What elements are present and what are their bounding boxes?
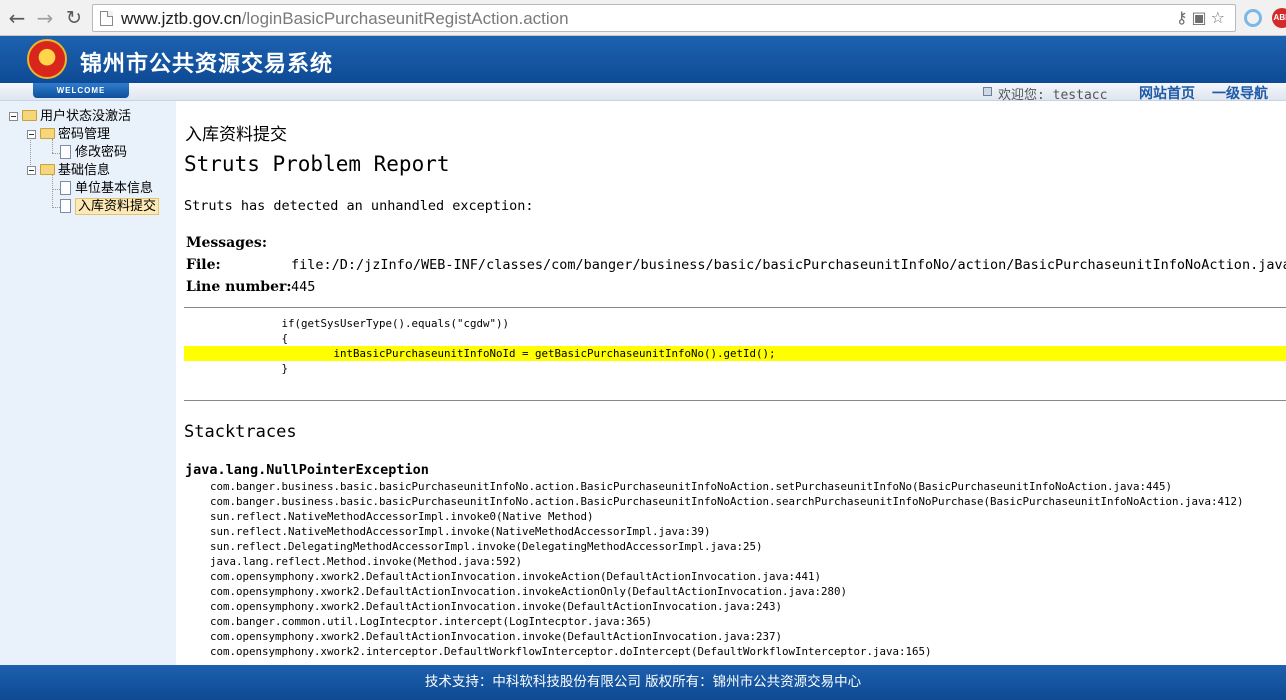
tree-group-basic-info[interactable]: 基础信息 xyxy=(27,162,110,180)
national-emblem-icon xyxy=(27,39,67,79)
line-number-row: Line number:445 xyxy=(186,279,316,295)
stack-frame: com.banger.common.util.LogIntecptor.inte… xyxy=(210,615,653,628)
extension-circle-icon[interactable] xyxy=(1244,9,1262,27)
stack-frame: sun.reflect.NativeMethodAccessorImpl.inv… xyxy=(210,510,594,523)
adblock-icon[interactable]: ABP xyxy=(1272,8,1286,28)
report-title: Struts Problem Report xyxy=(184,152,450,176)
document-icon xyxy=(60,198,71,213)
stack-frame: com.opensymphony.xwork2.DefaultActionInv… xyxy=(210,630,783,643)
key-icon[interactable]: ⚷ xyxy=(1176,8,1192,27)
collapse-icon[interactable] xyxy=(27,166,36,175)
tree-item-change-password[interactable]: 修改密码 xyxy=(60,144,127,162)
stack-frame: com.opensymphony.xwork2.interceptor.Defa… xyxy=(210,645,932,658)
site-header: 锦州市公共资源交易系统 xyxy=(0,36,1286,83)
site-title: 锦州市公共资源交易系统 xyxy=(80,52,334,77)
main-content: 入库资料提交 Struts Problem Report Struts has … xyxy=(176,101,1286,665)
tree-item-submit-materials[interactable]: 入库资料提交 xyxy=(60,198,160,216)
document-icon xyxy=(60,180,71,195)
bookmark-star-icon[interactable]: ☆ xyxy=(1211,8,1229,27)
back-arrow-icon[interactable]: ← xyxy=(6,7,28,29)
divider xyxy=(184,400,1286,401)
code-line: } xyxy=(184,362,289,375)
stacktrace-list: com.banger.business.basic.basicPurchaseu… xyxy=(210,479,1244,659)
folder-icon xyxy=(22,110,37,121)
site-home-link[interactable]: 网站首页 xyxy=(1139,83,1195,103)
url-text[interactable]: www.jztb.gov.cn/loginBasicPurchaseunitRe… xyxy=(121,9,569,29)
exception-name: java.lang.NullPointerException xyxy=(185,462,429,478)
stack-frame: com.banger.business.basic.basicPurchaseu… xyxy=(210,495,1244,508)
page-title: 入库资料提交 xyxy=(185,125,287,145)
page-icon xyxy=(100,11,113,26)
stacktraces-title: Stacktraces xyxy=(184,422,297,442)
welcome-bar: WELCOME 欢迎您: testacc 网站首页 一级导航 xyxy=(0,83,1286,103)
tree-group-password[interactable]: 密码管理 xyxy=(27,126,110,144)
stack-frame: com.opensymphony.xwork2.DefaultActionInv… xyxy=(210,570,822,583)
browser-toolbar: ← → ↻ www.jztb.gov.cn/loginBasicPurchase… xyxy=(0,0,1286,36)
folder-icon xyxy=(40,164,55,175)
collapse-icon[interactable] xyxy=(9,112,18,121)
site-footer: 技术支持：中科软科技股份有限公司 版权所有：锦州市公共资源交易中心 xyxy=(0,665,1286,700)
stack-frame: com.opensymphony.xwork2.DefaultActionInv… xyxy=(210,585,848,598)
file-row: File: file:/D:/jzInfo/WEB-INF/classes/com… xyxy=(186,257,1286,273)
tree-item-unit-info[interactable]: 单位基本信息 xyxy=(60,180,153,198)
messages-row: Messages: xyxy=(186,235,267,251)
translate-icon[interactable]: ▣ xyxy=(1192,8,1211,27)
folder-icon xyxy=(40,128,55,139)
code-line: { xyxy=(184,332,289,345)
report-intro: Struts has detected an unhandled excepti… xyxy=(184,198,534,214)
sidebar-tree: 用户状态没激活 密码管理 修改密码 基础信息 单位基本信息 入库资料提交 xyxy=(0,101,176,665)
tree-root[interactable]: 用户状态没激活 xyxy=(9,108,131,126)
stack-frame: sun.reflect.NativeMethodAccessorImpl.inv… xyxy=(210,525,711,538)
primary-nav-link[interactable]: 一级导航 xyxy=(1212,83,1268,103)
reload-icon[interactable]: ↻ xyxy=(63,7,85,29)
stack-frame: com.opensymphony.xwork2.DefaultActionInv… xyxy=(210,600,783,613)
divider xyxy=(184,307,1286,308)
welcome-tab: WELCOME xyxy=(33,83,129,98)
address-bar[interactable]: www.jztb.gov.cn/loginBasicPurchaseunitRe… xyxy=(92,4,1236,32)
stack-frame: java.lang.reflect.Method.invoke(Method.j… xyxy=(210,555,523,568)
forward-arrow-icon[interactable]: → xyxy=(34,7,56,29)
code-snippet: if(getSysUserType().equals("cgdw")) { in… xyxy=(184,316,1286,376)
code-line: if(getSysUserType().equals("cgdw")) xyxy=(184,317,510,330)
stack-frame: com.banger.business.basic.basicPurchaseu… xyxy=(210,480,1173,493)
collapse-icon[interactable] xyxy=(27,130,36,139)
code-line-highlighted: intBasicPurchaseunitInfoNoId = getBasicP… xyxy=(184,346,1286,361)
user-icon xyxy=(983,87,992,96)
document-icon xyxy=(60,144,71,159)
stack-frame: sun.reflect.DelegatingMethodAccessorImpl… xyxy=(210,540,763,553)
